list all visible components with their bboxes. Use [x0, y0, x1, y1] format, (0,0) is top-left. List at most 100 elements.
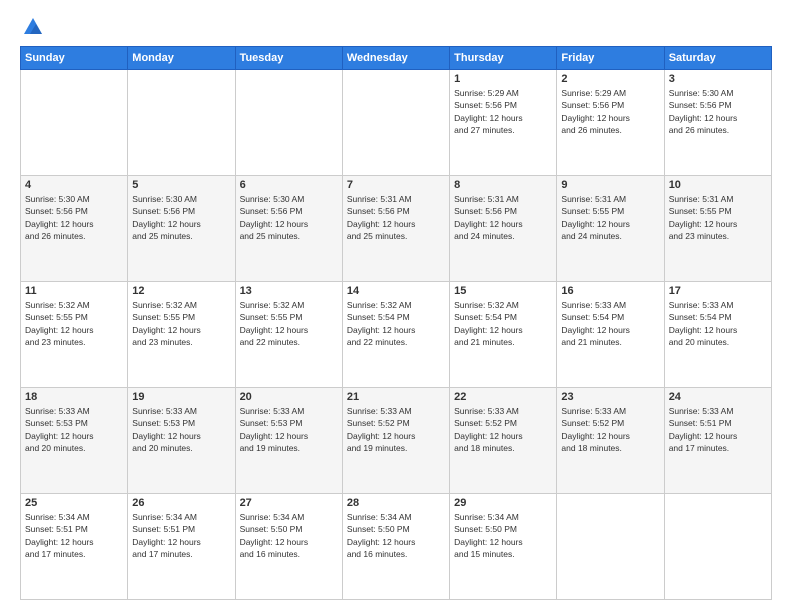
calendar-cell: 6Sunrise: 5:30 AM Sunset: 5:56 PM Daylig…: [235, 176, 342, 282]
calendar-week-row: 4 Sunrise: 5:30 AM Sunset: 5:56 PM Daylig…: [21, 176, 772, 282]
day-number: 27: [240, 497, 338, 509]
calendar-header-thursday: Thursday: [450, 47, 557, 70]
day-number: 19: [132, 391, 230, 403]
calendar-cell: 15 Sunrise: 5:32 AM Sunset: 5:54 PM Dayli…: [450, 282, 557, 388]
day-number: 4: [25, 179, 123, 191]
day-number: 28: [347, 497, 445, 509]
calendar-cell: 22Sunrise: 5:33 AM Sunset: 5:52 PM Dayli…: [450, 388, 557, 494]
calendar-cell: 19 Sunrise: 5:33 AM Sunset: 5:53 PM Dayli…: [128, 388, 235, 494]
day-number: 22: [454, 391, 552, 403]
calendar-cell: 10 Sunrise: 5:31 AM Sunset: 5:55 PM Dayli…: [664, 176, 771, 282]
calendar-cell: 20 Sunrise: 5:33 AM Sunset: 5:53 PM Dayli…: [235, 388, 342, 494]
day-number: 3: [669, 73, 767, 85]
calendar-week-row: 11 Sunrise: 5:32 AM Sunset: 5:55 PM Dayli…: [21, 282, 772, 388]
day-number: 11: [25, 285, 123, 297]
day-info: Sunrise: 5:32 AM Sunset: 5:55 PM Dayligh…: [132, 299, 230, 348]
day-info: Sunrise: 5:33 AM Sunset: 5:53 PM Dayligh…: [132, 405, 230, 454]
day-number: 25: [25, 497, 123, 509]
day-number: 26: [132, 497, 230, 509]
day-number: 17: [669, 285, 767, 297]
day-number: 20: [240, 391, 338, 403]
day-info: Sunrise: 5:34 AM Sunset: 5:50 PM Dayligh…: [347, 511, 445, 560]
day-info: Sunrise: 5:31 AM Sunset: 5:55 PM Dayligh…: [561, 193, 659, 242]
calendar-cell: [664, 494, 771, 600]
day-info: Sunrise: 5:31 AM Sunset: 5:56 PM Dayligh…: [454, 193, 552, 242]
day-number: 12: [132, 285, 230, 297]
day-number: 7: [347, 179, 445, 191]
day-info: Sunrise: 5:33 AM Sunset: 5:52 PM Dayligh…: [347, 405, 445, 454]
calendar-cell: 27 Sunrise: 5:34 AM Sunset: 5:50 PM Dayli…: [235, 494, 342, 600]
calendar-header-row: SundayMondayTuesdayWednesdayThursdayFrid…: [21, 47, 772, 70]
day-info: Sunrise: 5:29 AM Sunset: 5:56 PM Dayligh…: [561, 87, 659, 136]
day-number: 9: [561, 179, 659, 191]
day-number: 1: [454, 73, 552, 85]
day-number: 29: [454, 497, 552, 509]
calendar-cell: 28 Sunrise: 5:34 AM Sunset: 5:50 PM Dayli…: [342, 494, 449, 600]
day-info: Sunrise: 5:33 AM Sunset: 5:54 PM Dayligh…: [561, 299, 659, 348]
calendar-cell: 16 Sunrise: 5:33 AM Sunset: 5:54 PM Dayli…: [557, 282, 664, 388]
day-info: Sunrise: 5:31 AM Sunset: 5:56 PM Dayligh…: [347, 193, 445, 242]
day-info: Sunrise: 5:34 AM Sunset: 5:50 PM Dayligh…: [454, 511, 552, 560]
day-info: Sunrise: 5:32 AM Sunset: 5:54 PM Dayligh…: [347, 299, 445, 348]
calendar-cell: 26 Sunrise: 5:34 AM Sunset: 5:51 PM Dayli…: [128, 494, 235, 600]
calendar-header-friday: Friday: [557, 47, 664, 70]
calendar-cell: 14 Sunrise: 5:32 AM Sunset: 5:54 PM Dayli…: [342, 282, 449, 388]
logo-icon: [22, 16, 44, 38]
day-number: 23: [561, 391, 659, 403]
day-info: Sunrise: 5:33 AM Sunset: 5:53 PM Dayligh…: [240, 405, 338, 454]
calendar-cell: 25 Sunrise: 5:34 AM Sunset: 5:51 PM Dayli…: [21, 494, 128, 600]
day-number: 5: [132, 179, 230, 191]
calendar-cell: [21, 70, 128, 176]
day-info: Sunrise: 5:33 AM Sunset: 5:52 PM Dayligh…: [561, 405, 659, 454]
day-number: 14: [347, 285, 445, 297]
day-number: 15: [454, 285, 552, 297]
day-number: 6: [240, 179, 338, 191]
day-number: 13: [240, 285, 338, 297]
calendar-cell: 7 Sunrise: 5:31 AM Sunset: 5:56 PM Daylig…: [342, 176, 449, 282]
day-info: Sunrise: 5:30 AM Sunset: 5:56 PM Dayligh…: [132, 193, 230, 242]
day-number: 2: [561, 73, 659, 85]
calendar-cell: 18 Sunrise: 5:33 AM Sunset: 5:53 PM Dayli…: [21, 388, 128, 494]
calendar-cell: 24Sunrise: 5:33 AM Sunset: 5:51 PM Dayli…: [664, 388, 771, 494]
calendar-cell: 4 Sunrise: 5:30 AM Sunset: 5:56 PM Daylig…: [21, 176, 128, 282]
day-info: Sunrise: 5:34 AM Sunset: 5:51 PM Dayligh…: [25, 511, 123, 560]
calendar-cell: [342, 70, 449, 176]
day-info: Sunrise: 5:30 AM Sunset: 5:56 PM Dayligh…: [669, 87, 767, 136]
day-info: Sunrise: 5:32 AM Sunset: 5:55 PM Dayligh…: [240, 299, 338, 348]
calendar-week-row: 25 Sunrise: 5:34 AM Sunset: 5:51 PM Dayli…: [21, 494, 772, 600]
calendar-cell: 3 Sunrise: 5:30 AM Sunset: 5:56 PM Daylig…: [664, 70, 771, 176]
calendar-cell: 1Sunrise: 5:29 AM Sunset: 5:56 PM Daylig…: [450, 70, 557, 176]
day-info: Sunrise: 5:33 AM Sunset: 5:53 PM Dayligh…: [25, 405, 123, 454]
calendar-header-saturday: Saturday: [664, 47, 771, 70]
calendar-header-wednesday: Wednesday: [342, 47, 449, 70]
calendar-cell: 5 Sunrise: 5:30 AM Sunset: 5:56 PM Daylig…: [128, 176, 235, 282]
calendar-cell: 13 Sunrise: 5:32 AM Sunset: 5:55 PM Dayli…: [235, 282, 342, 388]
logo: [20, 16, 44, 38]
calendar-week-row: 18 Sunrise: 5:33 AM Sunset: 5:53 PM Dayli…: [21, 388, 772, 494]
calendar-cell: 9 Sunrise: 5:31 AM Sunset: 5:55 PM Daylig…: [557, 176, 664, 282]
page: SundayMondayTuesdayWednesdayThursdayFrid…: [0, 0, 792, 612]
day-info: Sunrise: 5:34 AM Sunset: 5:50 PM Dayligh…: [240, 511, 338, 560]
calendar-cell: [235, 70, 342, 176]
calendar-cell: [128, 70, 235, 176]
calendar-header-tuesday: Tuesday: [235, 47, 342, 70]
calendar-cell: 11 Sunrise: 5:32 AM Sunset: 5:55 PM Dayli…: [21, 282, 128, 388]
day-info: Sunrise: 5:30 AM Sunset: 5:56 PM Dayligh…: [25, 193, 123, 242]
day-info: Sunrise: 5:34 AM Sunset: 5:51 PM Dayligh…: [132, 511, 230, 560]
day-info: Sunrise: 5:33 AM Sunset: 5:51 PM Dayligh…: [669, 405, 767, 454]
calendar-cell: 8 Sunrise: 5:31 AM Sunset: 5:56 PM Daylig…: [450, 176, 557, 282]
day-number: 10: [669, 179, 767, 191]
day-number: 16: [561, 285, 659, 297]
day-info: Sunrise: 5:32 AM Sunset: 5:55 PM Dayligh…: [25, 299, 123, 348]
day-info: Sunrise: 5:32 AM Sunset: 5:54 PM Dayligh…: [454, 299, 552, 348]
calendar-cell: 29 Sunrise: 5:34 AM Sunset: 5:50 PM Dayli…: [450, 494, 557, 600]
calendar-cell: 2 Sunrise: 5:29 AM Sunset: 5:56 PM Daylig…: [557, 70, 664, 176]
calendar-header-sunday: Sunday: [21, 47, 128, 70]
day-number: 18: [25, 391, 123, 403]
header: [20, 16, 772, 38]
day-number: 8: [454, 179, 552, 191]
calendar-week-row: 1 Sunrise: 5:29 AM Sunset: 5:56 PM Daylig…: [21, 70, 772, 176]
calendar-cell: 23 Sunrise: 5:33 AM Sunset: 5:52 PM Dayli…: [557, 388, 664, 494]
calendar-cell: 12 Sunrise: 5:32 AM Sunset: 5:55 PM Dayli…: [128, 282, 235, 388]
day-info: Sunrise: 5:31 AM Sunset: 5:55 PM Dayligh…: [669, 193, 767, 242]
